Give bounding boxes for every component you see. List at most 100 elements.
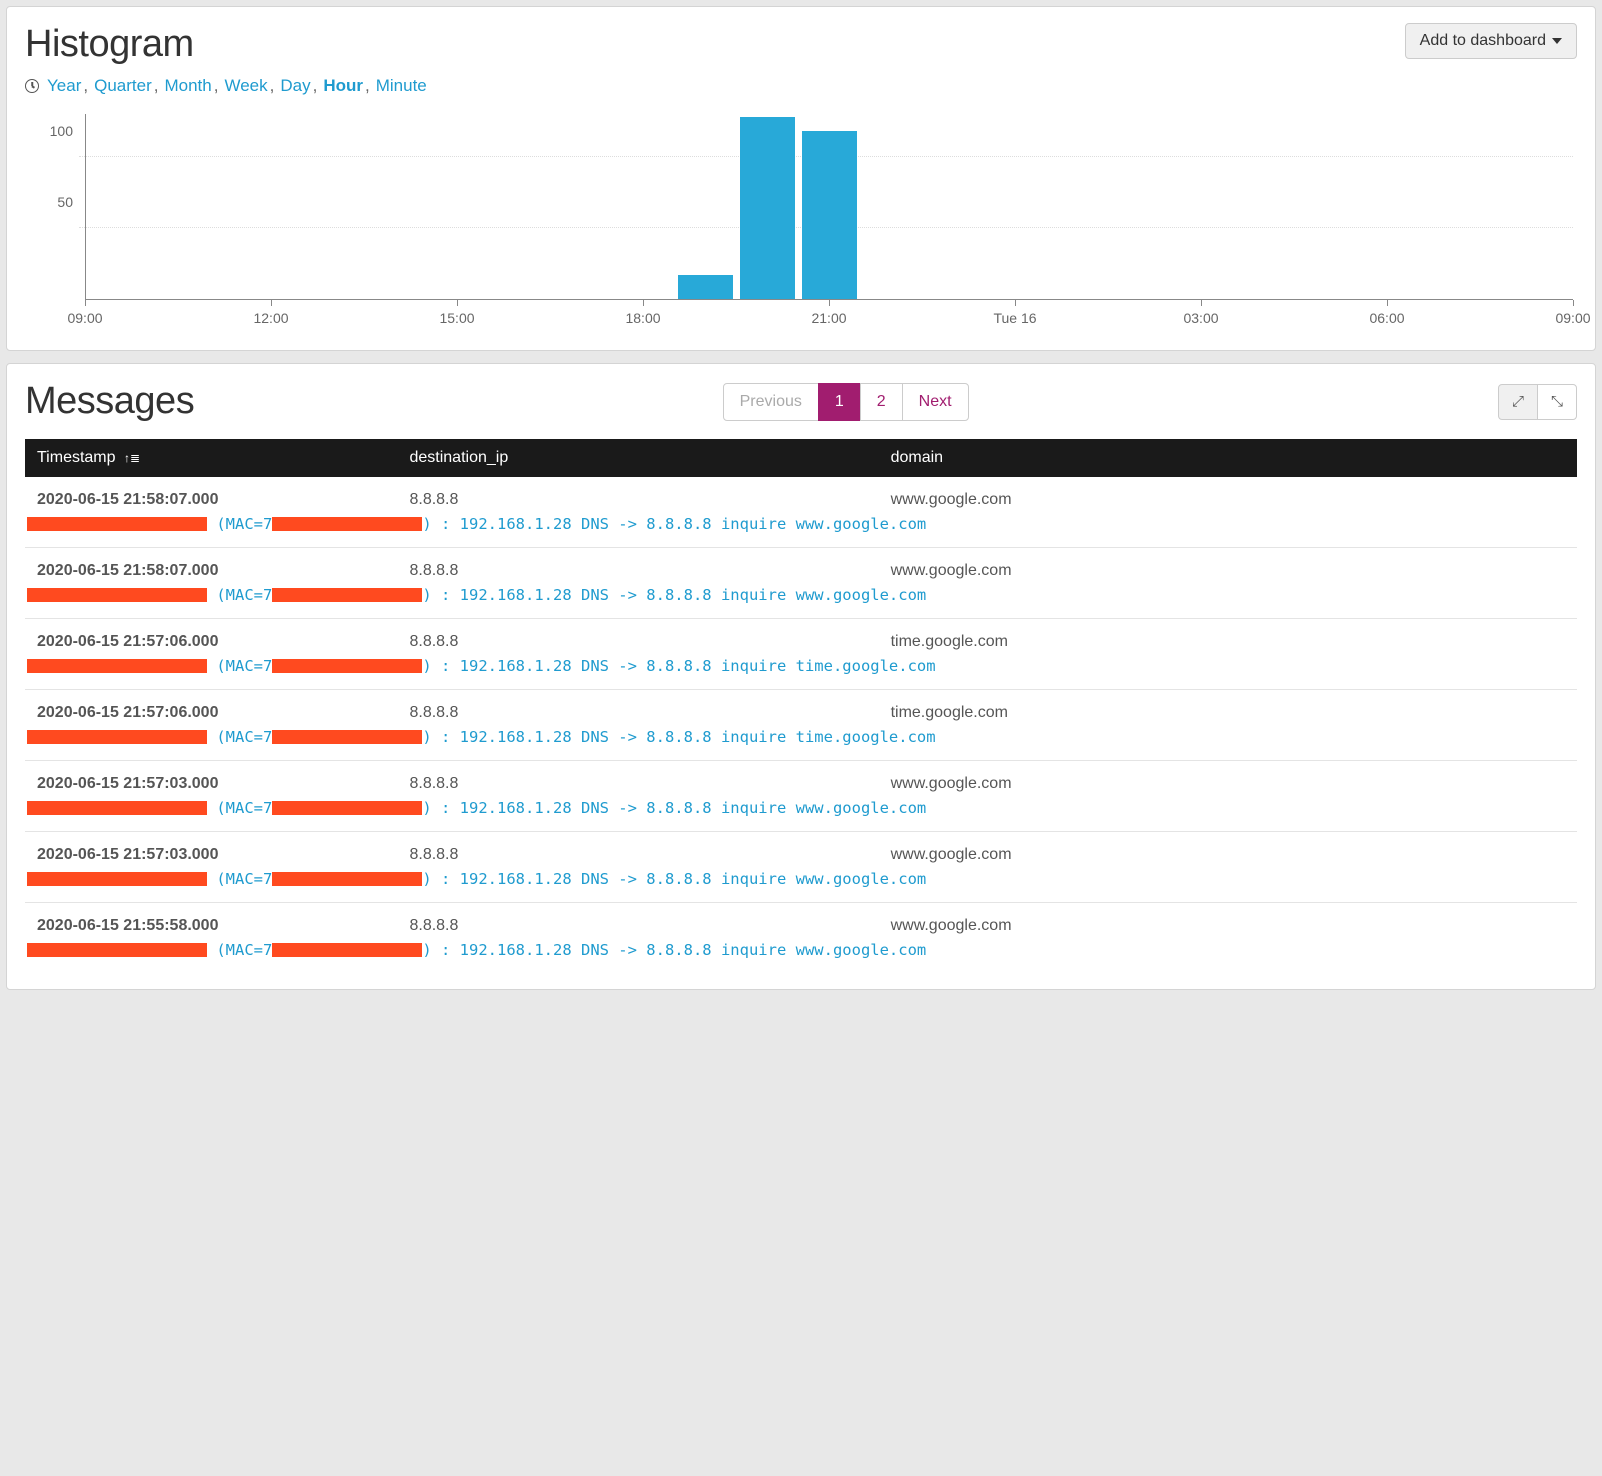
col-domain[interactable]: domain bbox=[879, 439, 1577, 477]
chart-x-axis: 09:0012:0015:0018:0021:00Tue 1603:0006:0… bbox=[25, 306, 1573, 334]
x-tick-label: Tue 16 bbox=[993, 310, 1036, 326]
granularity-year[interactable]: Year bbox=[47, 76, 81, 96]
redacted-block bbox=[27, 801, 207, 815]
redacted-block bbox=[27, 872, 207, 886]
cell-domain: www.google.com bbox=[879, 761, 1577, 796]
cell-timestamp: 2020-06-15 21:58:07.000 bbox=[25, 477, 397, 511]
cell-destination-ip: 8.8.8.8 bbox=[397, 690, 878, 725]
redacted-block bbox=[272, 872, 422, 886]
col-destination-ip[interactable]: destination_ip bbox=[397, 439, 878, 477]
pager-page-1[interactable]: 1 bbox=[818, 383, 861, 421]
cell-timestamp: 2020-06-15 21:58:07.000 bbox=[25, 548, 397, 583]
add-to-dashboard-label: Add to dashboard bbox=[1420, 32, 1546, 50]
detail-text: ) : 192.168.1.28 DNS -> 8.8.8.8 inquire … bbox=[422, 586, 926, 604]
detail-text: ) : 192.168.1.28 DNS -> 8.8.8.8 inquire … bbox=[422, 515, 926, 533]
cell-timestamp: 2020-06-15 21:57:03.000 bbox=[25, 761, 397, 796]
cell-domain: time.google.com bbox=[879, 619, 1577, 654]
cell-domain: www.google.com bbox=[879, 548, 1577, 583]
table-header-row: Timestamp ↑≣ destination_ip domain bbox=[25, 439, 1577, 477]
cell-destination-ip: 8.8.8.8 bbox=[397, 477, 878, 511]
x-tick-label: 12:00 bbox=[253, 310, 288, 326]
x-tick-label: 06:00 bbox=[1369, 310, 1404, 326]
table-row[interactable]: 2020-06-15 21:57:03.0008.8.8.8www.google… bbox=[25, 832, 1577, 867]
col-timestamp[interactable]: Timestamp ↑≣ bbox=[25, 439, 397, 477]
histogram-bar[interactable] bbox=[678, 275, 734, 299]
messages-toolbar: ⤢ ⤡ bbox=[1498, 384, 1577, 420]
messages-title: Messages bbox=[25, 380, 194, 423]
table-row-detail: (MAC=7) : 192.168.1.28 DNS -> 8.8.8.8 in… bbox=[25, 724, 1577, 761]
table-row[interactable]: 2020-06-15 21:57:06.0008.8.8.8time.googl… bbox=[25, 690, 1577, 725]
mac-prefix: (MAC=7 bbox=[216, 657, 272, 675]
mac-prefix: (MAC=7 bbox=[216, 515, 272, 533]
collapse-icon[interactable]: ⤡ bbox=[1537, 384, 1577, 420]
cell-timestamp: 2020-06-15 21:57:06.000 bbox=[25, 690, 397, 725]
redacted-block bbox=[272, 801, 422, 815]
redacted-block bbox=[27, 659, 207, 673]
histogram-bar[interactable] bbox=[740, 117, 796, 299]
message-detail: (MAC=7 ) : 192.168.1.28 DNS -> 8.8.8.8 in… bbox=[25, 511, 1577, 548]
cell-timestamp: 2020-06-15 21:55:58.000 bbox=[25, 903, 397, 938]
x-tick-label: 09:00 bbox=[67, 310, 102, 326]
message-detail: (MAC=7) : 192.168.1.28 DNS -> 8.8.8.8 in… bbox=[25, 866, 1577, 903]
chevron-down-icon bbox=[1552, 38, 1562, 44]
cell-destination-ip: 8.8.8.8 bbox=[397, 548, 878, 583]
cell-domain: www.google.com bbox=[879, 903, 1577, 938]
mac-prefix: (MAC=7 bbox=[216, 728, 272, 746]
granularity-selector: Year, Quarter, Month, Week, Day, Hour, M… bbox=[25, 76, 1577, 96]
table-row-detail: (MAC=7 ) : 192.168.1.28 DNS -> 8.8.8.8 in… bbox=[25, 653, 1577, 690]
table-row[interactable]: 2020-06-15 21:58:07.0008.8.8.8www.google… bbox=[25, 548, 1577, 583]
redacted-block bbox=[27, 730, 207, 744]
y-tick-label: 100 bbox=[50, 123, 73, 139]
redacted-block bbox=[27, 943, 207, 957]
table-row[interactable]: 2020-06-15 21:55:58.0008.8.8.8www.google… bbox=[25, 903, 1577, 938]
table-row-detail: (MAC=7) : 192.168.1.28 DNS -> 8.8.8.8 in… bbox=[25, 795, 1577, 832]
pager-previous[interactable]: Previous bbox=[723, 383, 819, 421]
messages-panel: Messages Previous 1 2 Next ⤢ ⤡ Timestamp… bbox=[6, 363, 1596, 990]
cell-domain: www.google.com bbox=[879, 477, 1577, 511]
messages-header: Messages Previous 1 2 Next ⤢ ⤡ bbox=[25, 380, 1577, 423]
messages-table: Timestamp ↑≣ destination_ip domain 2020-… bbox=[25, 439, 1577, 973]
mac-prefix: (MAC=7 bbox=[216, 941, 272, 959]
cell-destination-ip: 8.8.8.8 bbox=[397, 832, 878, 867]
pager-next[interactable]: Next bbox=[902, 383, 969, 421]
redacted-block bbox=[27, 588, 207, 602]
granularity-quarter[interactable]: Quarter bbox=[94, 76, 152, 96]
detail-text: ) : 192.168.1.28 DNS -> 8.8.8.8 inquire … bbox=[422, 799, 926, 817]
message-detail: (MAC=7 ) : 192.168.1.28 DNS -> 8.8.8.8 in… bbox=[25, 653, 1577, 690]
pager-page-2[interactable]: 2 bbox=[860, 383, 903, 421]
granularity-hour[interactable]: Hour bbox=[323, 76, 363, 96]
message-detail: (MAC=7 ) : 192.168.1.28 DNS -> 8.8.8.8 in… bbox=[25, 582, 1577, 619]
granularity-week[interactable]: Week bbox=[224, 76, 267, 96]
granularity-minute[interactable]: Minute bbox=[376, 76, 427, 96]
table-row[interactable]: 2020-06-15 21:57:03.0008.8.8.8www.google… bbox=[25, 761, 1577, 796]
mac-prefix: (MAC=7 bbox=[216, 586, 272, 604]
histogram-chart: 50100 09:0012:0015:0018:0021:00Tue 1603:… bbox=[25, 114, 1577, 334]
x-tick-label: 21:00 bbox=[811, 310, 846, 326]
expand-icon[interactable]: ⤢ bbox=[1498, 384, 1538, 420]
pagination: Previous 1 2 Next bbox=[724, 383, 969, 421]
detail-text: ) : 192.168.1.28 DNS -> 8.8.8.8 inquire … bbox=[422, 657, 935, 675]
table-row[interactable]: 2020-06-15 21:58:07.0008.8.8.8www.google… bbox=[25, 477, 1577, 511]
detail-text: ) : 192.168.1.28 DNS -> 8.8.8.8 inquire … bbox=[422, 941, 926, 959]
add-to-dashboard-button[interactable]: Add to dashboard bbox=[1405, 23, 1577, 59]
detail-text: ) : 192.168.1.28 DNS -> 8.8.8.8 inquire … bbox=[422, 870, 926, 888]
cell-domain: www.google.com bbox=[879, 832, 1577, 867]
histogram-header: Histogram Add to dashboard bbox=[25, 23, 1577, 66]
y-tick-label: 50 bbox=[57, 194, 73, 210]
table-row-detail: (MAC=7) : 192.168.1.28 DNS -> 8.8.8.8 in… bbox=[25, 866, 1577, 903]
histogram-bar[interactable] bbox=[802, 131, 858, 299]
chart-y-axis: 50 100 bbox=[25, 114, 79, 300]
message-detail: (MAC=7) : 192.168.1.28 DNS -> 8.8.8.8 in… bbox=[25, 724, 1577, 761]
granularity-day[interactable]: Day bbox=[280, 76, 310, 96]
x-tick-label: 09:00 bbox=[1555, 310, 1590, 326]
granularity-month[interactable]: Month bbox=[164, 76, 211, 96]
redacted-block bbox=[272, 943, 422, 957]
cell-destination-ip: 8.8.8.8 bbox=[397, 761, 878, 796]
table-row[interactable]: 2020-06-15 21:57:06.0008.8.8.8time.googl… bbox=[25, 619, 1577, 654]
x-tick-label: 15:00 bbox=[439, 310, 474, 326]
redacted-block bbox=[272, 588, 422, 602]
table-row-detail: (MAC=7 ) : 192.168.1.28 DNS -> 8.8.8.8 in… bbox=[25, 937, 1577, 973]
histogram-panel: Histogram Add to dashboard Year, Quarter… bbox=[6, 6, 1596, 351]
histogram-title: Histogram bbox=[25, 23, 194, 66]
x-tick-label: 03:00 bbox=[1183, 310, 1218, 326]
